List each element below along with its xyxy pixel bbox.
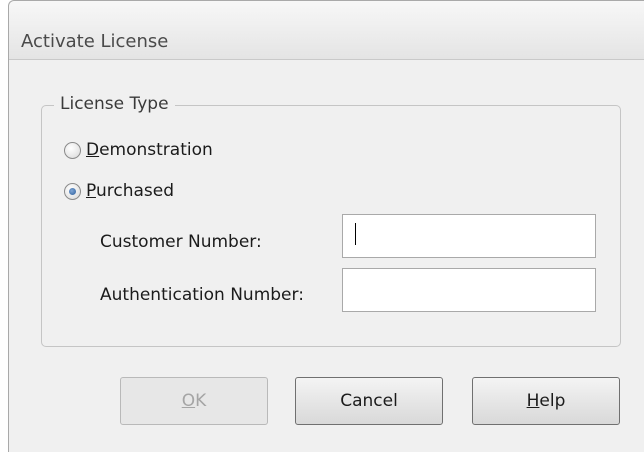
- radio-purchased-label[interactable]: Purchased: [86, 181, 174, 201]
- text-caret: [355, 223, 356, 245]
- license-type-legend: License Type: [54, 94, 175, 114]
- radio-purchased[interactable]: Purchased: [64, 181, 174, 201]
- activate-license-dialog: Activate License License Type Demonstrat…: [8, 0, 644, 452]
- customer-number-input[interactable]: [342, 214, 596, 258]
- radio-demonstration-button[interactable]: [64, 141, 81, 159]
- authentication-number-input[interactable]: [342, 268, 596, 312]
- cancel-button[interactable]: Cancel: [295, 377, 443, 425]
- radio-demonstration-label[interactable]: Demonstration: [86, 140, 213, 160]
- authentication-number-label: Authentication Number:: [100, 285, 304, 305]
- customer-number-label: Customer Number:: [100, 232, 262, 252]
- dialog-title: Activate License: [21, 31, 169, 52]
- license-type-group: License Type Demonstration Purchased Cus…: [41, 94, 621, 347]
- ok-button[interactable]: OK: [120, 377, 268, 425]
- radio-purchased-button[interactable]: [64, 182, 81, 200]
- title-bar: Activate License: [9, 1, 644, 60]
- radio-demonstration[interactable]: Demonstration: [64, 140, 213, 160]
- help-button[interactable]: Help: [472, 377, 620, 425]
